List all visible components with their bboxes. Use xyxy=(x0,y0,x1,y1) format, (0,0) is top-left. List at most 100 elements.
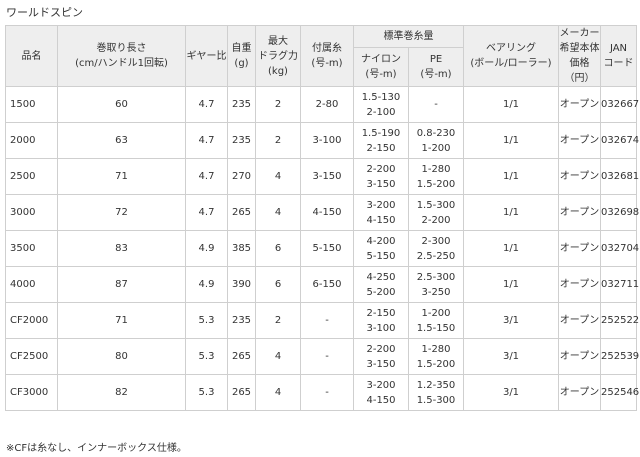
header-jan: JAN コード xyxy=(600,25,637,87)
cell-pe: 2-300 2.5-250 xyxy=(408,230,464,267)
cell-price: オープン xyxy=(558,194,601,231)
cell-length: 72 xyxy=(57,194,186,231)
table-row: 2500 71 4.7 270 4 3-150 2-200 3-150 1-280 1.5-200… xyxy=(5,158,639,195)
cell-nylon: 3-200 4-150 xyxy=(353,194,409,231)
table-row: 3500 83 4.9 385 6 5-150 4-200 5-150 2-300 2.5-250… xyxy=(5,230,639,267)
header-length: 巻取り長さ (cm/ハンドル1回転) xyxy=(57,25,186,87)
cell-bearing: 3/1 xyxy=(463,374,559,411)
header-weight: 自重 (g) xyxy=(227,25,256,87)
cell-length: 87 xyxy=(57,266,186,303)
cell-length: 63 xyxy=(57,122,186,159)
cell-length: 71 xyxy=(57,158,186,195)
cell-jan: 032704 xyxy=(600,230,639,267)
cell-jan: 032674 xyxy=(600,122,639,159)
cell-price: オープン xyxy=(558,266,601,303)
cell-bearing: 1/1 xyxy=(463,158,559,195)
cell-pe: 1.2-350 1.5-300 xyxy=(408,374,464,411)
header-gear: ギヤー比 xyxy=(185,25,228,87)
cell-price: オープン xyxy=(558,230,601,267)
cell-pe: 1-280 1.5-200 xyxy=(408,158,464,195)
cell-model: 2000 xyxy=(5,122,58,159)
cell-weight: 265 xyxy=(227,374,256,411)
cell-drag: 6 xyxy=(255,230,301,267)
cell-drag: 4 xyxy=(255,158,301,195)
cell-line: 3-150 xyxy=(300,158,354,195)
cell-length: 71 xyxy=(57,302,186,339)
cell-drag: 4 xyxy=(255,338,301,375)
cell-nylon: 4-250 5-200 xyxy=(353,266,409,303)
cell-bearing: 3/1 xyxy=(463,302,559,339)
cell-nylon: 2-200 3-150 xyxy=(353,158,409,195)
cell-line: 6-150 xyxy=(300,266,354,303)
cell-model: CF2000 xyxy=(5,302,58,339)
cell-weight: 385 xyxy=(227,230,256,267)
cell-line: - xyxy=(300,374,354,411)
cell-pe: 1-200 1.5-150 xyxy=(408,302,464,339)
cell-price: オープン xyxy=(558,158,601,195)
cell-gear: 4.7 xyxy=(185,158,228,195)
cell-model: 2500 xyxy=(5,158,58,195)
cell-weight: 235 xyxy=(227,302,256,339)
cell-pe: 1-280 1.5-200 xyxy=(408,338,464,375)
header-drag: 最大 ドラグ力 (kg) xyxy=(255,25,301,87)
cell-model: 1500 xyxy=(5,86,58,123)
cell-nylon: 4-200 5-150 xyxy=(353,230,409,267)
cell-nylon: 1.5-190 2-150 xyxy=(353,122,409,159)
cell-pe: 0.8-230 1-200 xyxy=(408,122,464,159)
header-nylon: ナイロン (号-m) xyxy=(353,47,409,87)
cell-jan: 032681 xyxy=(600,158,639,195)
cell-price: オープン xyxy=(558,86,601,123)
table-row: 1500 60 4.7 235 2 2-80 1.5-130 2-100-1/1 オープン 032… xyxy=(5,86,639,123)
cell-bearing: 3/1 xyxy=(463,338,559,375)
cell-drag: 4 xyxy=(255,194,301,231)
cell-model: 4000 xyxy=(5,266,58,303)
cell-weight: 270 xyxy=(227,158,256,195)
cell-jan: 252546 xyxy=(600,374,639,411)
cell-drag: 2 xyxy=(255,86,301,123)
cell-jan: 252522 xyxy=(600,302,639,339)
header-row-1: 品名 巻取り長さ (cm/ハンドル1回転) ギヤー比 自重 (g) 最大 ドラグ力 (k… xyxy=(5,24,637,87)
cell-drag: 2 xyxy=(255,122,301,159)
header-bearing: ベアリング (ボール/ローラー) xyxy=(463,25,559,87)
header-line: 付属糸 (号-m) xyxy=(300,25,354,87)
cell-weight: 235 xyxy=(227,86,256,123)
cell-length: 80 xyxy=(57,338,186,375)
cell-model: CF2500 xyxy=(5,338,58,375)
cell-gear: 5.3 xyxy=(185,374,228,411)
cell-line: 2-80 xyxy=(300,86,354,123)
header-pe: PE (号-m) xyxy=(408,47,464,87)
cell-model: 3500 xyxy=(5,230,58,267)
cell-line: 3-100 xyxy=(300,122,354,159)
cell-bearing: 1/1 xyxy=(463,230,559,267)
cell-weight: 235 xyxy=(227,122,256,159)
cell-gear: 4.7 xyxy=(185,86,228,123)
header-model: 品名 xyxy=(5,25,58,87)
cell-drag: 4 xyxy=(255,374,301,411)
cell-nylon: 3-200 4-150 xyxy=(353,374,409,411)
cell-nylon: 2-150 3-100 xyxy=(353,302,409,339)
cell-nylon: 1.5-130 2-100 xyxy=(353,86,409,123)
page-title: ワールドスピン xyxy=(6,6,83,19)
cell-length: 82 xyxy=(57,374,186,411)
cell-pe: - xyxy=(408,86,464,123)
cell-gear: 5.3 xyxy=(185,338,228,375)
cell-price: オープン xyxy=(558,302,601,339)
cell-pe: 1.5-300 2-200 xyxy=(408,194,464,231)
cell-drag: 2 xyxy=(255,302,301,339)
cell-gear: 4.9 xyxy=(185,230,228,267)
spec-table-body: 1500 60 4.7 235 2 2-80 1.5-130 2-100-1/1 オープン 032… xyxy=(5,86,639,411)
table-row: 2000 63 4.7 235 2 3-100 1.5-190 2-150 0.8-230 1-2… xyxy=(5,122,639,159)
cell-weight: 390 xyxy=(227,266,256,303)
cell-nylon: 2-200 3-150 xyxy=(353,338,409,375)
spec-table: 品名 巻取り長さ (cm/ハンドル1回転) ギヤー比 自重 (g) 最大 ドラグ力 (k… xyxy=(5,24,639,411)
header-price: メーカー 希望本体 価格（円） xyxy=(558,25,601,87)
cell-jan: 032667 xyxy=(600,86,639,123)
cell-jan: 032711 xyxy=(600,266,639,303)
cell-pe: 2.5-300 3-250 xyxy=(408,266,464,303)
cell-bearing: 1/1 xyxy=(463,266,559,303)
cell-length: 83 xyxy=(57,230,186,267)
table-row: 4000 87 4.9 390 6 6-150 4-250 5-200 2.5-300 3-250… xyxy=(5,266,639,303)
cell-bearing: 1/1 xyxy=(463,122,559,159)
cell-price: オープン xyxy=(558,374,601,411)
table-row: CF2500 80 5.3 265 4-2-200 3-150 1-280 1.5-200 3/… xyxy=(5,338,639,375)
